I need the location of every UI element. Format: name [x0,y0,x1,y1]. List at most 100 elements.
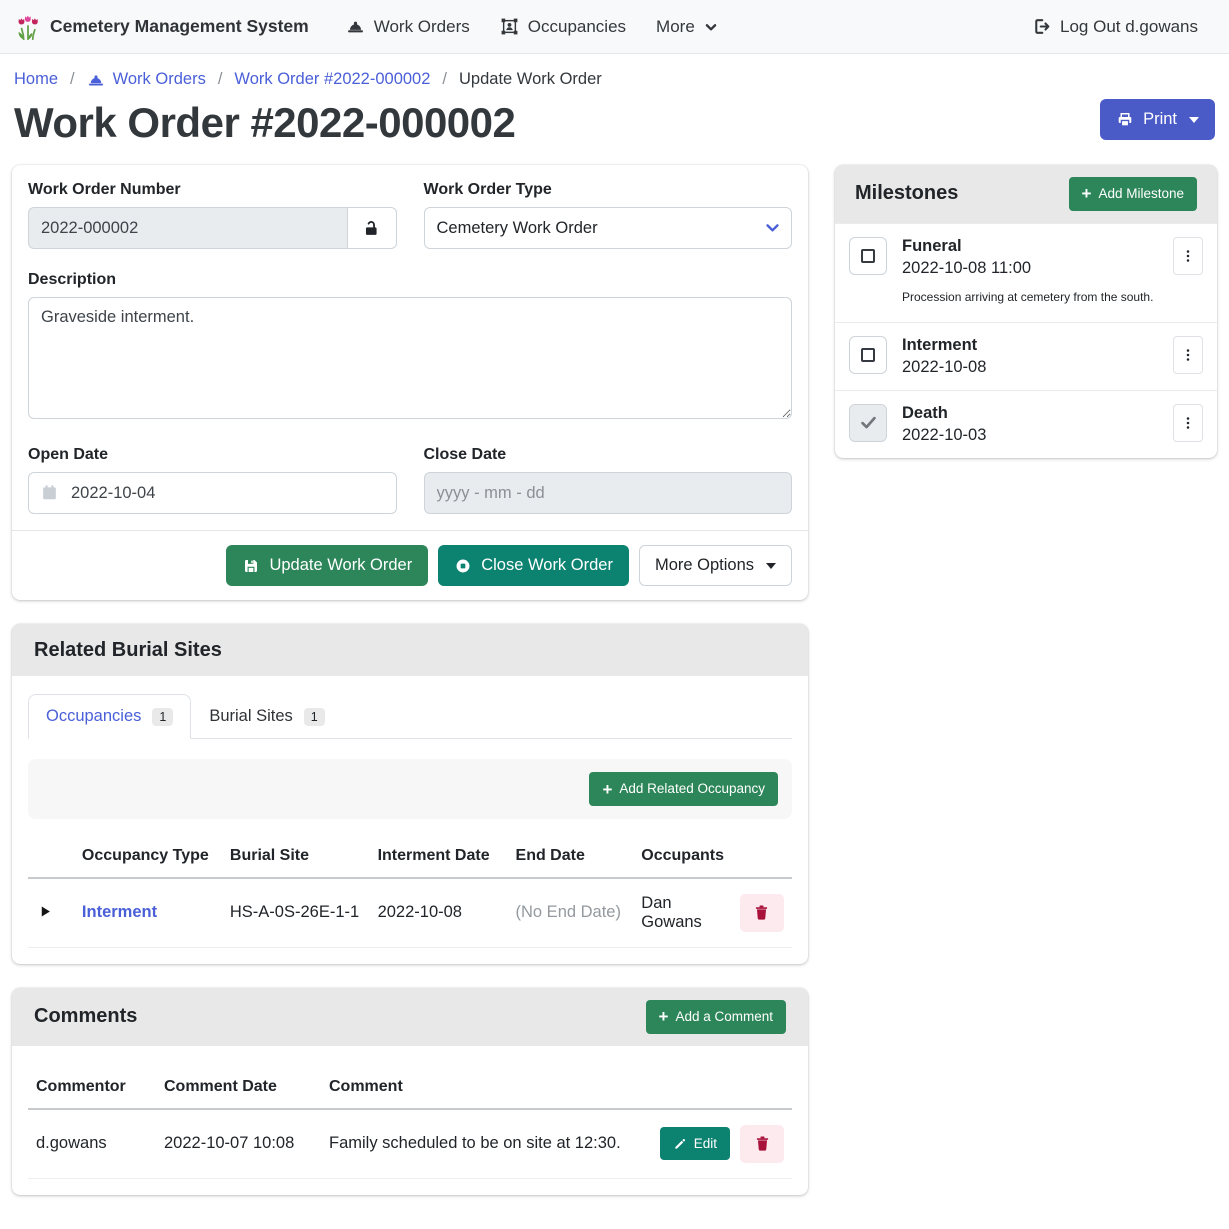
nav-item-label: Work Orders [374,17,470,37]
work-order-form-card: Work Order Number [12,165,808,600]
column-header: Occupancy Type [74,839,222,878]
brand[interactable]: Cemetery Management System [16,12,309,42]
burial-site-cell: HS-A-0S-26E-1-1 [222,878,370,948]
comment-row: d.gowans 2022-10-07 10:08 Family schedul… [28,1109,792,1179]
delete-occupancy-button[interactable] [740,894,784,932]
breadcrumb-work-orders[interactable]: Work Orders [87,70,206,89]
close-date-field: Close Date [424,446,793,514]
caret-down-icon [1189,117,1199,123]
column-header: Interment Date [370,839,508,878]
breadcrumb: Home / Work Orders / Work Order #2022-00… [0,54,1229,93]
tab-count-badge: 1 [152,708,173,727]
add-milestone-label: Add Milestone [1098,185,1184,203]
open-date-field: Open Date [28,446,397,514]
trash-icon [754,1135,771,1152]
occupancy-type-link[interactable]: Interment [82,903,157,921]
kebab-icon [1180,414,1196,432]
open-date-input[interactable] [28,472,397,514]
comment-date-cell: 2022-10-07 10:08 [156,1109,321,1179]
breadcrumb-separator: / [70,70,75,89]
add-related-occupancy-label: Add Related Occupancy [619,780,765,798]
more-options-label: More Options [655,555,754,576]
save-icon [242,557,260,575]
tab-occupancies[interactable]: Occupancies 1 [28,694,191,739]
tab-label: Occupancies [46,707,141,726]
top-navbar: Cemetery Management System Work Orders O… [0,0,1229,54]
close-label: Close Work Order [481,555,613,576]
occupants-cell: Dan Gowans [633,878,732,948]
milestone-checkbox[interactable] [849,336,887,374]
description-field: Description Graveside interment. [28,271,792,424]
milestone-item-death: Death 2022-10-03 [835,390,1217,458]
print-button[interactable]: Print [1100,99,1215,140]
milestone-menu-button[interactable] [1173,336,1203,374]
milestone-title: Interment [902,336,1158,355]
page-title: Work Order #2022-000002 [14,99,515,147]
milestone-description: Procession arriving at cemetery from the… [902,286,1158,309]
hard-hat-icon [87,71,105,89]
column-header: Commentor [28,1070,156,1109]
check-icon [859,413,878,432]
breadcrumb-home[interactable]: Home [14,70,58,89]
expand-row-button[interactable] [36,901,55,922]
occupancies-toolbar: + Add Related Occupancy [28,759,792,819]
lock-toggle-button[interactable] [347,207,397,249]
related-tabs: Occupancies 1 Burial Sites 1 [28,694,792,739]
checkbox-unchecked-icon [861,348,875,362]
form-actions: Update Work Order Close Work Order More … [12,530,808,600]
milestone-date: 2022-10-08 [902,358,1158,377]
delete-comment-button[interactable] [740,1125,784,1163]
comments-card: Comments + Add a Comment Commentor Comme… [12,988,808,1195]
description-textarea[interactable]: Graveside interment. [28,297,792,419]
milestone-item-interment: Interment 2022-10-08 [835,322,1217,390]
breadcrumb-current: Update Work Order [459,70,602,89]
comments-table: Commentor Comment Date Comment d.gowans … [28,1070,792,1179]
logout-button[interactable]: Log Out d.gowans [1017,9,1213,45]
tab-burial-sites[interactable]: Burial Sites 1 [191,694,342,739]
interment-date-cell: 2022-10-08 [370,878,508,948]
edit-comment-button[interactable]: Edit [660,1127,730,1161]
occupant-frame-icon [500,17,519,36]
close-date-input[interactable] [424,472,793,514]
description-label: Description [28,271,792,289]
print-label: Print [1143,109,1177,130]
milestone-menu-button[interactable] [1173,404,1203,442]
related-burial-sites-title: Related Burial Sites [34,639,222,662]
close-work-order-button[interactable]: Close Work Order [438,545,629,586]
add-comment-button[interactable]: + Add a Comment [646,1000,786,1034]
milestone-title: Funeral [902,237,1158,256]
nav-item-occupancies[interactable]: Occupancies [485,9,641,45]
milestones-card: Milestones + Add Milestone Funeral 2022-… [835,165,1217,458]
work-order-number-field: Work Order Number [28,181,397,249]
milestone-title: Death [902,404,1158,423]
add-related-occupancy-button[interactable]: + Add Related Occupancy [589,772,778,806]
add-comment-label: Add a Comment [675,1008,773,1026]
open-date-label: Open Date [28,446,397,464]
chevron-down-icon [704,20,718,34]
breadcrumb-separator: / [218,70,223,89]
milestones-title: Milestones [855,182,958,205]
milestone-checkbox-checked[interactable] [849,404,887,442]
pencil-icon [673,1137,687,1151]
milestone-checkbox[interactable] [849,237,887,275]
nav-item-more[interactable]: More [641,9,733,45]
nav-item-label: More [656,17,695,37]
column-header: Comment [321,1070,652,1109]
plus-icon: + [602,781,612,798]
more-options-button[interactable]: More Options [639,545,792,586]
page-head: Work Order #2022-000002 Print [0,93,1229,161]
work-order-type-select[interactable]: Cemetery Work Order [424,207,793,249]
unlock-icon [362,219,381,238]
update-work-order-button[interactable]: Update Work Order [226,545,428,586]
comment-cell: Family scheduled to be on site at 12:30. [321,1109,652,1179]
close-date-label: Close Date [424,446,793,464]
milestone-menu-button[interactable] [1173,237,1203,275]
work-order-number-input [28,207,347,249]
tab-label: Burial Sites [209,707,292,726]
nav-item-label: Occupancies [528,17,626,37]
hard-hat-icon [346,17,365,36]
breadcrumb-work-order-number[interactable]: Work Order #2022-000002 [234,70,430,89]
nav-item-work-orders[interactable]: Work Orders [331,9,485,45]
add-milestone-button[interactable]: + Add Milestone [1069,177,1198,211]
work-order-type-field: Work Order Type Cemetery Work Order [424,181,793,249]
